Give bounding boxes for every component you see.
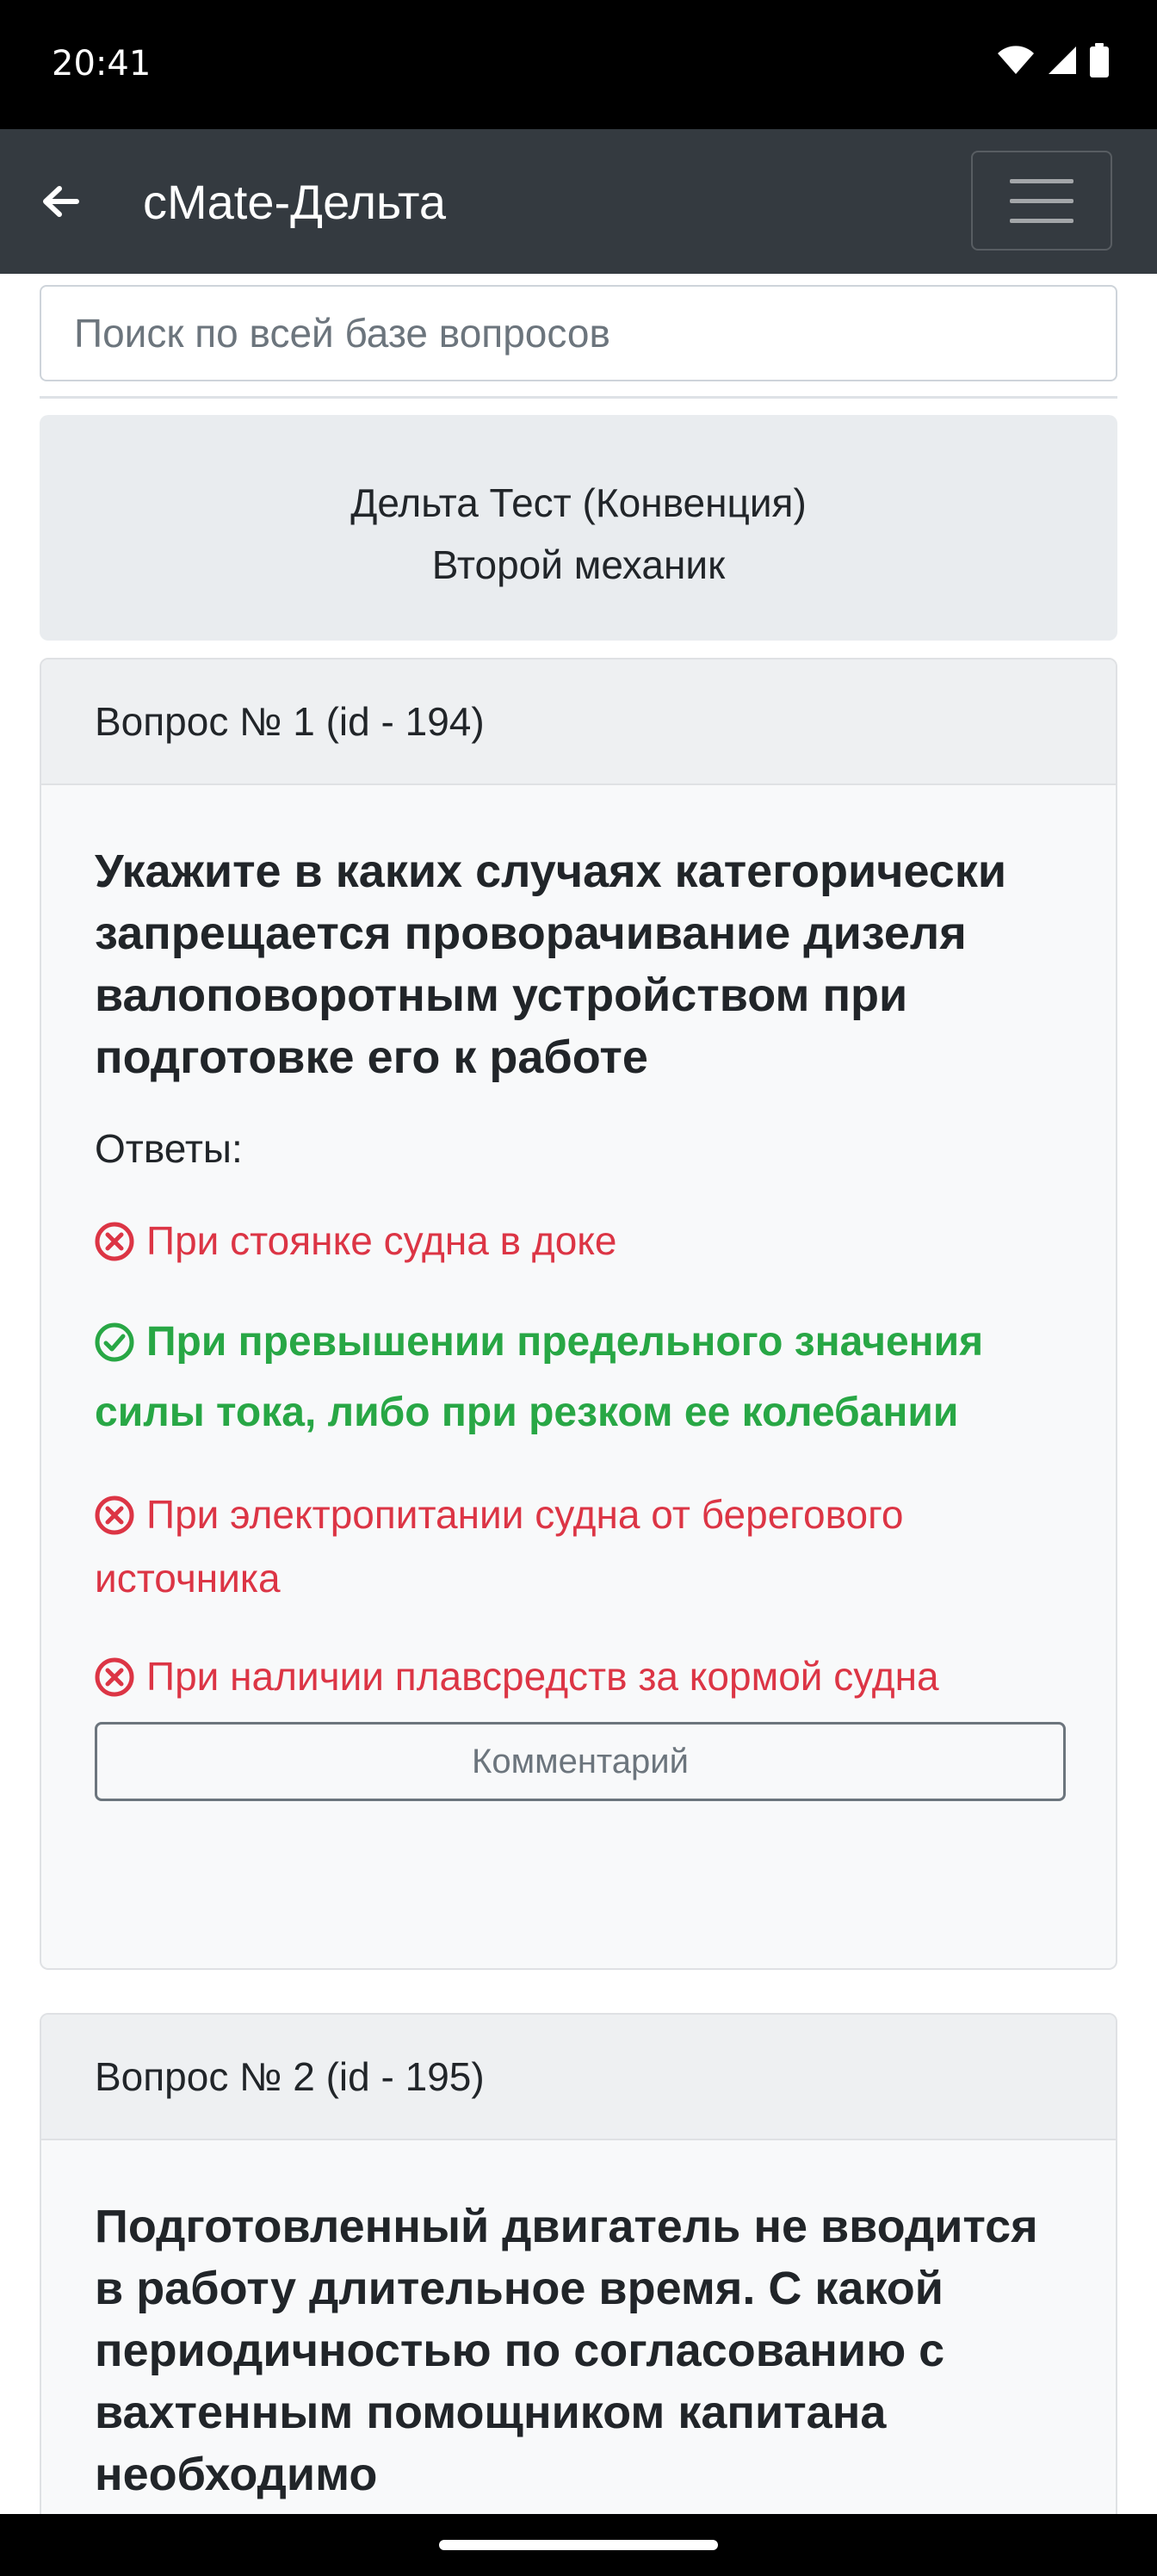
search-input[interactable] [40, 285, 1117, 381]
question-card: Вопрос № 2 (id - 195) Подготовленный дви… [40, 2013, 1117, 2514]
answer-item-correct: При превышении предельного значения силы… [95, 1307, 1062, 1448]
x-circle-icon [95, 1222, 134, 1261]
status-icons [997, 43, 1109, 77]
menu-toggle-button[interactable] [971, 151, 1112, 251]
app-title: cMate-Дельта [143, 175, 446, 229]
comment-button[interactable]: Комментарий [95, 1722, 1066, 1801]
answer-text: При стоянке судна в доке [146, 1218, 617, 1263]
arrow-left-icon [43, 186, 79, 217]
answer-text: При превышении предельного значения силы… [95, 1319, 984, 1435]
divider [40, 396, 1117, 399]
test-info-box: Дельта Тест (Конвенция) Второй механик [40, 415, 1117, 641]
test-title: Дельта Тест (Конвенция) [350, 480, 807, 525]
answer-text: При электропитании судна от берегового и… [95, 1492, 904, 1601]
hamburger-menu-icon [1010, 178, 1073, 183]
signal-icon [1049, 46, 1076, 74]
question-header: Вопрос № 2 (id - 195) [41, 2015, 1116, 2140]
question-text: Подготовленный двигатель не вводится в р… [95, 2201, 1038, 2500]
check-circle-icon [95, 1322, 134, 1362]
answer-item: При электропитании судна от берегового и… [95, 1483, 1062, 1610]
home-indicator[interactable] [439, 2540, 718, 2550]
question-card: Вопрос № 1 (id - 194) Укажите в каких сл… [40, 658, 1117, 1970]
top-navbar: cMate-Дельта [0, 129, 1157, 274]
battery-icon [1090, 43, 1109, 77]
test-subtitle: Второй механик [431, 542, 726, 587]
question-text: Укажите в каких случаях категорически за… [95, 845, 1007, 1083]
x-circle-icon [95, 1495, 134, 1535]
answer-item: При наличии плавсредств за кормой судна [95, 1644, 1062, 1708]
question-body: Укажите в каких случаях категорически за… [41, 785, 1116, 1801]
answer-text: При наличии плавсредств за кормой судна [146, 1654, 939, 1699]
question-header: Вопрос № 1 (id - 194) [41, 659, 1116, 785]
answers-label: Ответы: [95, 1126, 243, 1171]
question-body: Подготовленный двигатель не вводится в р… [41, 2140, 1116, 2505]
status-time: 20:41 [52, 44, 152, 84]
main-content: Дельта Тест (Конвенция) Второй механик В… [0, 274, 1157, 2514]
x-circle-icon [95, 1657, 134, 1697]
status-bar: 20:41 [0, 0, 1157, 129]
wifi-icon [998, 46, 1034, 74]
answer-item: При стоянке судна в доке [95, 1209, 1062, 1273]
back-button[interactable] [26, 167, 95, 236]
